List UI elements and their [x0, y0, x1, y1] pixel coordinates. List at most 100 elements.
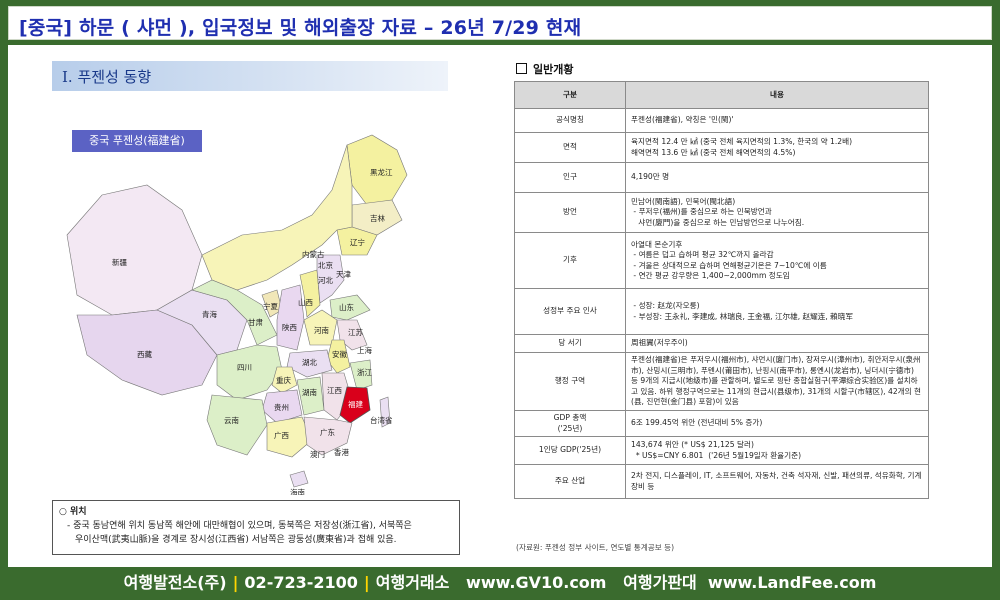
province-label: 贵州	[274, 402, 289, 412]
province-label: 上海	[357, 345, 372, 355]
province-label: 天津	[336, 270, 351, 279]
row-value: 6조 199.45억 위안 (전년대비 5% 증가)	[625, 410, 929, 437]
row-value-line: 해역면적 13.6 만 ㎢ (중국 전체 해역면적의 4.5%)	[631, 147, 796, 157]
row-key: 당 서기	[514, 334, 626, 353]
footer-company: 여행발전소(주)	[123, 573, 227, 592]
table-header-cell: 내용	[625, 81, 929, 109]
row-value: 4,190만 명	[625, 162, 929, 193]
row-value: 周祖翼(저우주이)	[625, 334, 929, 353]
row-value-line: 샤먼(廈門)을 중심으로 하는 민남방언으로 나누어짐.	[631, 217, 805, 227]
table-row: GDP 총액 ('25년) 6조 199.45억 위안 (전년대비 5% 증가)	[514, 410, 929, 437]
footer-separator: |	[232, 573, 239, 592]
title-bar: [중국] 하문 ( 샤먼 ), 입국정보 및 해외출장 자료 – 26년 7/2…	[8, 6, 992, 40]
row-value: - 성장: 赵龙(자오룽) - 부성장: 王永礼, 李建成, 林瑞良, 王金福,…	[625, 288, 929, 335]
province-label: 宁夏	[263, 301, 278, 311]
row-key: 면적	[514, 132, 626, 163]
row-value-line: - 겨울은 상대적으로 습하며 연해평균기온은 7~10℃에 이름	[631, 260, 827, 270]
footer-separator: |	[363, 573, 370, 592]
page-background: [중국] 하문 ( 샤먼 ), 입국정보 및 해외출장 자료 – 26년 7/2…	[0, 0, 1000, 600]
province-label: 台湾省	[370, 415, 393, 425]
map-label: 중국 푸젠성(福建省)	[72, 130, 202, 152]
row-value-line: - 부성장: 王永礼, 李建成, 林瑞良, 王金福, 江尔雄, 赵耀连, 賴晓军	[631, 311, 853, 321]
source-note: (자료원: 푸젠성 정부 사이트, 연도별 통계공보 등)	[516, 543, 675, 552]
province-label: 山西	[298, 297, 313, 307]
map-region	[276, 284, 305, 351]
table-row: 당 서기 周祖翼(저우주이)	[514, 334, 929, 353]
row-value-line: 육지면적 12.4 만 ㎢ (중국 전체 육지면적의 1.3%, 한국의 약 1…	[631, 137, 853, 146]
section-header: Ⅰ. 푸젠성 동향	[52, 61, 448, 91]
table-row: 주요 산업 2차 전지, 디스플레이, IT, 소프트웨어, 자동차, 건축 석자…	[514, 464, 929, 499]
overview-heading: 일반개황	[516, 61, 573, 77]
province-label: 四川	[237, 363, 252, 372]
china-map: 黑龙江 吉林 辽宁 内蒙古 新疆 北京 天津 河北 山西 山东 宁夏 甘肃 青海…	[52, 105, 452, 497]
province-label: 安徽	[332, 349, 347, 359]
location-box: ○ 위치 - 중국 동남연해 위치 동남쪽 해안에 대만해협이 있으며, 동북쪽…	[52, 500, 460, 555]
footer-websites: 여행거래소 www.GV10.com 여행가판대 www.LandFee.com	[375, 573, 877, 592]
province-label: 新疆	[112, 257, 127, 267]
row-value-line: 4,190만 명	[631, 172, 670, 182]
map-region	[66, 184, 203, 316]
table-row: 인구 4,190만 명	[514, 162, 929, 193]
province-label: 湖北	[302, 358, 317, 367]
row-value: 143,674 위안 (* US$ 21,125 달러) * US$=CNY 6…	[625, 436, 929, 465]
province-label: 湖南	[302, 387, 317, 397]
table-row: 공식명칭 푸젠성(福建省), 약칭은 '민(閩)'	[514, 108, 929, 133]
province-label: 香港	[334, 447, 349, 457]
page-title: [중국] 하문 ( 샤먼 ), 입국정보 및 해외출장 자료 – 26년 7/2…	[19, 17, 582, 39]
overview-heading-text: 일반개황	[533, 63, 574, 76]
row-key: 행정 구역	[514, 352, 626, 411]
province-label: 广西	[274, 430, 289, 440]
province-label: 吉林	[370, 213, 385, 223]
map-region	[289, 470, 309, 488]
content-panel: Ⅰ. 푸젠성 동향 黑龙江 吉林 辽宁 内蒙古 新疆 北京 天津 河北 山西 山…	[8, 45, 992, 567]
row-value-line: - 연간 평균 강우량은 1,400~2,000mm 정도임	[631, 271, 790, 280]
row-value-line: 푸젠성(福建省), 약칭은 '민(閩)'	[631, 115, 734, 125]
province-label: 河北	[318, 276, 333, 285]
row-value-line: 푸젠성(福建省)은 푸저우시(福州市), 샤먼시(廈门市), 장저우시(漳州市)…	[631, 355, 922, 407]
table-row: 1인당 GDP('25년) 143,674 위안 (* US$ 21,125 달러…	[514, 436, 929, 465]
province-label: 福建	[348, 399, 363, 409]
table-row: 방언 민남어(閩南語), 민북어(閩北語) - 푸저우(福州)를 중심으로 하는 …	[514, 192, 929, 233]
province-label: 甘肃	[248, 317, 263, 327]
row-key: 공식명칭	[514, 108, 626, 133]
row-value: 육지면적 12.4 만 ㎢ (중국 전체 육지면적의 1.3%, 한국의 약 1…	[625, 132, 929, 163]
row-value: 민남어(閩南語), 민북어(閩北語) - 푸저우(福州)를 중심으로 하는 민북…	[625, 192, 929, 233]
footer-bar: 여행발전소(주) | 02-723-2100 | 여행거래소 www.GV10.com …	[0, 568, 1000, 600]
row-key: 성정부 주요 인사	[514, 288, 626, 335]
row-value: 푸젠성(福建省), 약칭은 '민(閩)'	[625, 108, 929, 133]
table-row: 기후 아열대 몬순기후 - 여름은 덥고 습하며 평균 32℃까지 올라감 - 겨…	[514, 232, 929, 289]
province-label: 陕西	[282, 322, 297, 332]
province-label: 浙江	[357, 367, 372, 377]
table-header-cell: 구분	[514, 81, 626, 109]
location-title: ○ 위치	[59, 507, 87, 517]
table-row: 면적 육지면적 12.4 만 ㎢ (중국 전체 육지면적의 1.3%, 한국의 약…	[514, 132, 929, 163]
province-label: 山东	[339, 302, 354, 312]
row-value-line: 민남어(閩南語), 민북어(閩北語)	[631, 196, 736, 206]
row-value-line: 아열대 몬순기후	[631, 239, 683, 249]
province-label: 广东	[320, 427, 335, 437]
overview-table: 구분 내용 공식명칭 푸젠성(福建省), 약칭은 '민(閩)' 면적 육지면적 12.…	[514, 81, 929, 499]
province-label: 河南	[314, 325, 329, 335]
province-label: 黑龙江	[370, 167, 393, 177]
province-label: 海南	[290, 487, 305, 495]
row-value: 2차 전지, 디스플레이, IT, 소프트웨어, 자동차, 건축 석자재, 신발…	[625, 464, 929, 499]
province-label: 辽宁	[350, 237, 365, 247]
row-value-line: 143,674 위안 (* US$ 21,125 달러)	[631, 440, 754, 449]
row-value-line: - 푸저우(福州)를 중심으로 하는 민북방언과	[631, 207, 772, 217]
row-key: 기후	[514, 232, 626, 289]
row-key: 인구	[514, 162, 626, 193]
footer-phone: 02-723-2100	[244, 573, 358, 592]
row-key: GDP 총액 ('25년)	[514, 410, 626, 437]
row-key: 주요 산업	[514, 464, 626, 499]
province-label: 北京	[318, 260, 333, 270]
province-label: 江西	[327, 386, 342, 395]
province-label: 云南	[224, 415, 239, 425]
table-body: 공식명칭 푸젠성(福建省), 약칭은 '민(閩)' 면적 육지면적 12.4 만 ㎢ …	[514, 108, 929, 499]
row-value: 푸젠성(福建省)은 푸저우시(福州市), 샤먼시(廈门市), 장저우시(漳州市)…	[625, 352, 929, 411]
row-value-line: 6조 199.45억 위안 (전년대비 5% 증가)	[631, 418, 763, 428]
row-value-line: - 여름은 덥고 습하며 평균 32℃까지 올라감	[631, 250, 774, 259]
row-value-line: * US$=CNY 6.801 ('26년 5월19일자 환율기준)	[631, 450, 802, 460]
table-header-row: 구분 내용	[514, 81, 929, 109]
row-value-line: - 성장: 赵龙(자오룽)	[631, 301, 700, 310]
province-label: 澳门	[310, 449, 325, 459]
